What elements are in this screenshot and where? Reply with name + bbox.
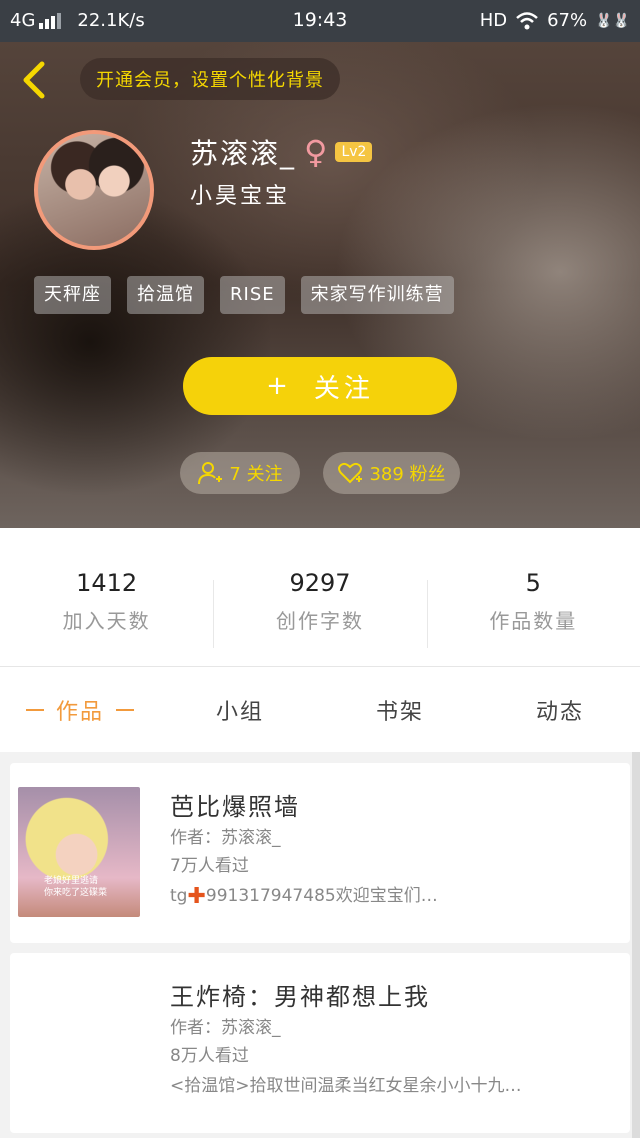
work-title: 王炸椅：男神都想上我 [170,983,430,1011]
fans-button[interactable]: 389 粉丝 [323,452,460,494]
stat-label: 创作字数 [275,608,364,633]
desc-prefix: tg [170,886,188,906]
stat-days: 1412 加入天数 [0,528,213,666]
follow-button[interactable]: + 关注 [183,357,457,415]
hd-indicator: HD [479,10,508,31]
status-bar: 4G 22.1K/s 19:43 HD 67% 🐰🐰 [0,0,640,42]
tab-bookshelf[interactable]: 书架 [320,667,480,752]
following-count: 7 关注 [229,464,283,485]
tab-works[interactable]: 作品 [0,667,160,752]
tag-rise[interactable]: RISE [220,276,285,314]
tab-label: 动态 [535,699,584,725]
wifi-icon [516,11,538,29]
work-card[interactable]: 老娘好里逃请 你来吃了这碟菜 芭比爆照墙 作者：苏滚滚_ 7万人看过 tg✚99… [10,763,630,943]
work-description: <拾温馆>拾取世间温柔当红女星余小小十九… [170,1076,522,1096]
scrollbar[interactable] [632,752,640,1138]
stat-value: 9297 [289,568,351,597]
red-cross-icon: ✚ [187,884,206,909]
work-card[interactable]: 王炸椅：男神都想上我 作者：苏滚滚_ 8万人看过 <拾温馆>拾取世间温柔当红女星… [10,953,630,1133]
work-views: 8万人看过 [170,1046,249,1066]
chevron-left-icon [23,61,45,99]
tab-bar: 作品 小组 书架 动态 [0,666,640,752]
work-views: 7万人看过 [170,856,249,876]
heart-plus-icon [338,462,363,484]
profile-header: 开通会员，设置个性化背景 苏滚滚_ ♀ Lv2 小昊宝宝 天秤座 拾温馆 RIS… [0,42,640,528]
stat-value: 1412 [76,568,138,597]
battery-level: 67% [547,10,588,31]
plus-icon: + [266,371,292,401]
stat-words: 9297 创作字数 [213,528,426,666]
work-description: tg✚991317947485欢迎宝宝们… [170,881,610,909]
cover-caption: 老娘好里逃请 你来吃了这碟菜 [44,876,108,898]
profile-name: 苏滚滚_ [190,137,297,170]
profile-subtitle: 小昊宝宝 [190,184,291,209]
tab-activity[interactable]: 动态 [480,667,640,752]
vip-banner-button[interactable]: 开通会员，设置个性化背景 [80,58,340,100]
tab-active-indicator [116,708,134,711]
tab-label: 小组 [215,699,264,725]
tag-zodiac[interactable]: 天秤座 [34,276,111,314]
stat-works: 5 作品数量 [426,528,640,666]
work-cover-image[interactable]: 老娘好里逃请 你来吃了这碟菜 [18,787,140,917]
rabbit-icons: 🐰🐰 [595,12,630,29]
stat-label: 作品数量 [489,608,578,633]
level-badge: Lv2 [335,142,373,162]
following-button[interactable]: 7 关注 [180,452,300,494]
tab-label: 作品 [55,699,104,725]
follow-label: 关注 [313,373,374,404]
stat-value: 5 [525,568,541,597]
fans-count: 389 粉丝 [369,464,446,485]
tab-label: 书架 [375,699,424,725]
tag-group[interactable]: 拾温馆 [127,276,204,314]
work-title: 芭比爆照墙 [170,793,300,821]
add-user-icon [198,462,223,485]
stat-label: 加入天数 [62,608,151,633]
avatar[interactable] [34,130,154,250]
female-icon: ♀ [304,133,328,171]
back-button[interactable] [18,60,48,100]
work-author: 作者：苏滚滚_ [170,828,281,848]
tab-active-indicator [25,708,44,711]
work-author: 作者：苏滚滚_ [170,1018,281,1038]
desc-rest: 991317947485欢迎宝宝们… [205,886,438,906]
tab-groups[interactable]: 小组 [160,667,320,752]
stats-bar: 1412 加入天数 9297 创作字数 5 作品数量 [0,528,640,666]
tag-camp[interactable]: 宋家写作训练营 [300,276,454,314]
